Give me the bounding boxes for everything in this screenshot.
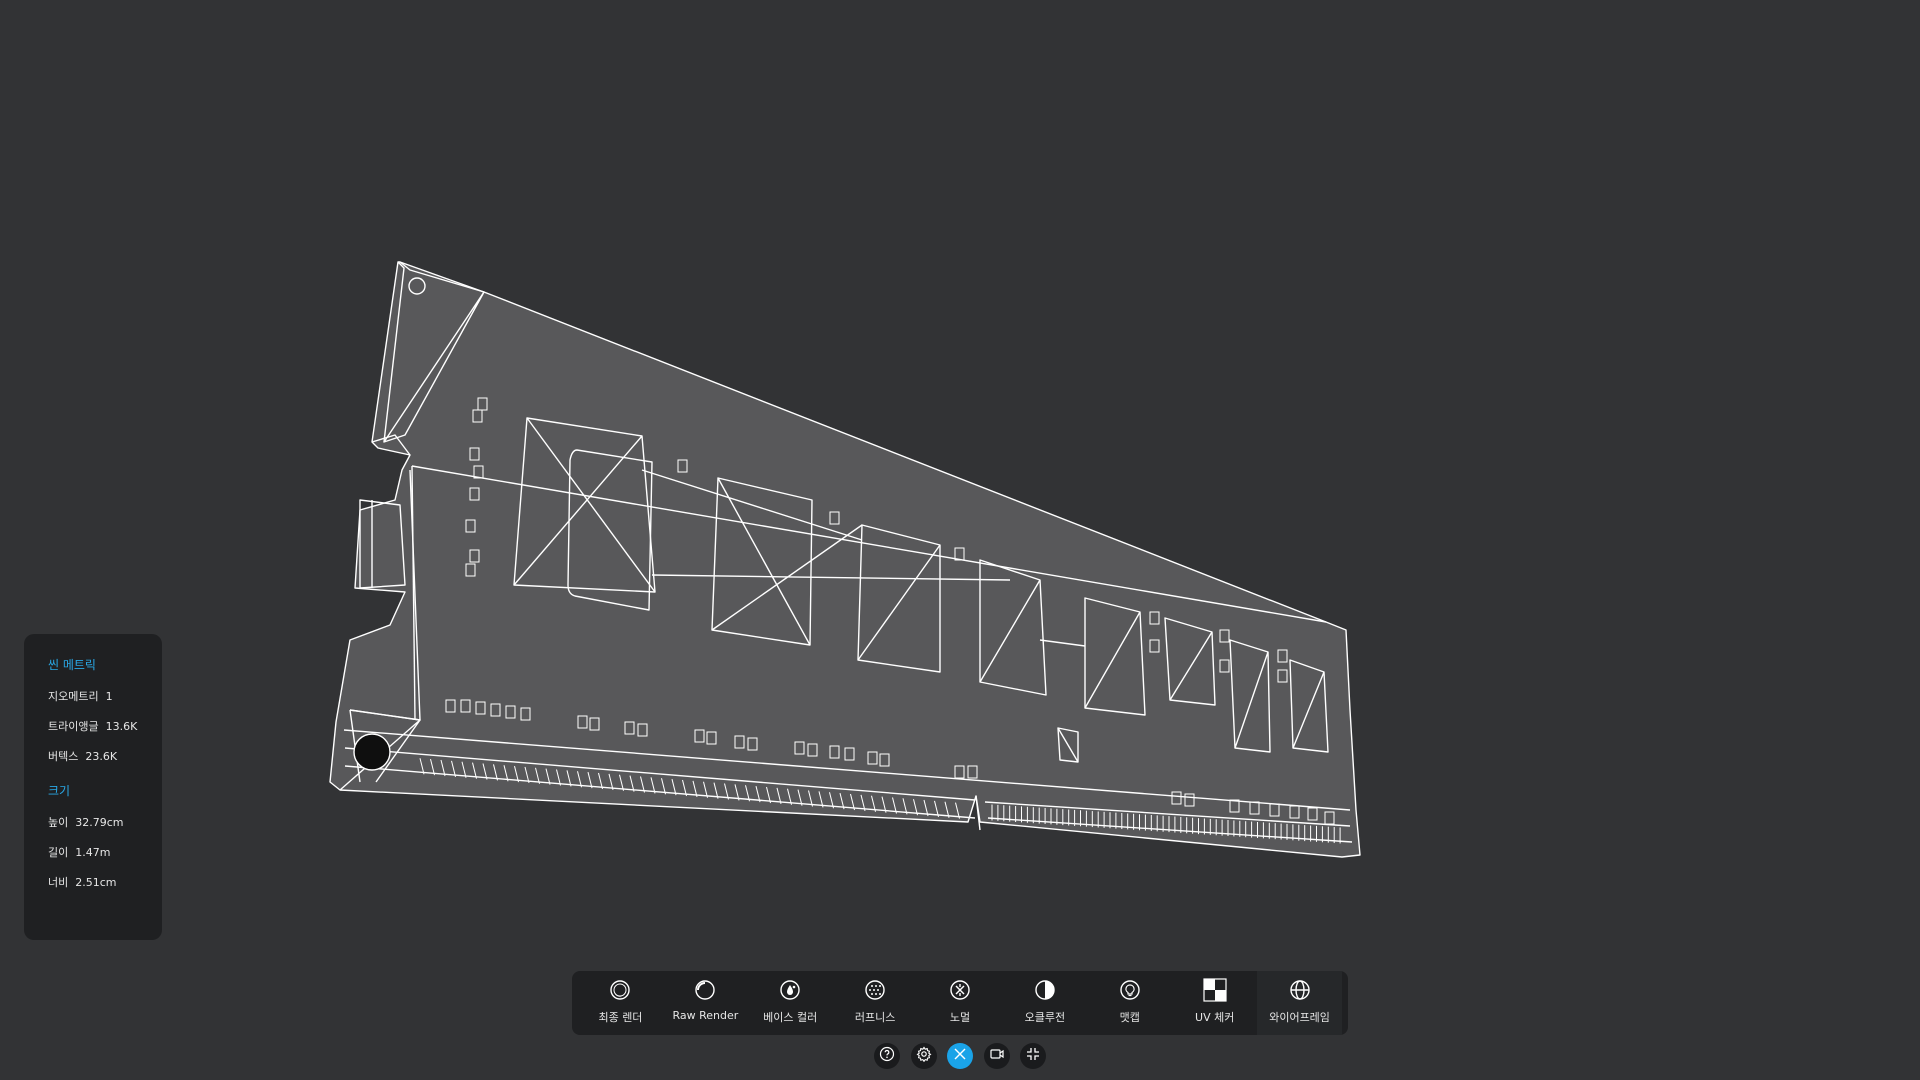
matcap-icon [1117, 977, 1143, 1003]
matcap-button[interactable]: 맷캡 [1087, 971, 1172, 1035]
tools-icon [952, 1046, 968, 1066]
scene-info-panel: 씬 메트릭 지오메트리 1 트라이앵글 13.6K 버텍스 23.6K 크기 높이 32… [24, 634, 162, 940]
normal-icon [947, 977, 973, 1003]
base-color-button[interactable]: 베이스 컬러 [748, 971, 833, 1035]
raw-render-icon [692, 977, 718, 1003]
roughness-icon [862, 977, 888, 1003]
wireframe-button[interactable]: 와이어프레임 [1257, 971, 1343, 1035]
help-button[interactable] [874, 1043, 900, 1069]
geometry-label: 지오메트리 [48, 690, 99, 703]
uv-checker-button[interactable]: UV 체커 [1172, 971, 1257, 1035]
length-stat: 길이 1.47m [48, 846, 162, 860]
final-render-button[interactable]: 최종 렌더 [578, 971, 663, 1035]
uv-checker-icon [1202, 977, 1228, 1003]
dimensions-heading: 크기 [48, 784, 71, 798]
raw-render-button[interactable]: Raw Render [663, 971, 748, 1035]
final-render-label: 최종 렌더 [598, 1011, 643, 1024]
triangles-label: 트라이앵글 [48, 720, 99, 733]
occlusion-icon [1032, 977, 1058, 1003]
base-color-icon [777, 977, 803, 1003]
exit-fullscreen-button[interactable] [1020, 1043, 1046, 1069]
roughness-button[interactable]: 러프니스 [833, 971, 918, 1035]
geometry-stat: 지오메트리 1 [48, 690, 162, 704]
triangles-value: 13.6K [105, 720, 138, 733]
occlusion-button[interactable]: 오클루전 [1002, 971, 1087, 1035]
help-icon [879, 1046, 895, 1066]
render-mode-toolbar: 최종 렌더 Raw Render 베이스 컬러 러프니스 노멀 오클루전 맷캡 … [572, 971, 1348, 1035]
height-value: 32.79cm [75, 816, 124, 829]
vertices-stat: 버텍스 23.6K [48, 750, 162, 764]
height-stat: 높이 32.79cm [48, 816, 162, 830]
width-label: 너비 [48, 876, 69, 889]
tools-button[interactable] [947, 1043, 973, 1069]
length-value: 1.47m [75, 846, 111, 859]
camera-button[interactable] [983, 1043, 1010, 1069]
triangles-stat: 트라이앵글 13.6K [48, 720, 162, 734]
scene-metrics-heading: 씬 메트릭 [48, 658, 96, 672]
normal-button[interactable]: 노멀 [918, 971, 1003, 1035]
uv-checker-label: UV 체커 [1195, 1011, 1235, 1024]
matcap-label: 맷캡 [1119, 1011, 1140, 1024]
raw-render-label: Raw Render [672, 1009, 739, 1022]
wireframe-icon [1287, 977, 1313, 1003]
base-color-label: 베이스 컬러 [763, 1011, 818, 1024]
wireframe-model [329, 261, 1361, 858]
normal-label: 노멀 [949, 1011, 971, 1024]
3d-viewport[interactable] [0, 0, 1920, 1080]
vertices-label: 버텍스 [48, 750, 79, 763]
final-render-icon [607, 977, 633, 1003]
length-label: 길이 [48, 846, 69, 859]
gear-icon [916, 1046, 932, 1066]
occlusion-label: 오클루전 [1024, 1011, 1066, 1024]
geometry-value: 1 [105, 690, 113, 703]
width-value: 2.51cm [75, 876, 117, 889]
viewer-controls [874, 1043, 1046, 1069]
roughness-label: 러프니스 [854, 1011, 896, 1024]
settings-button[interactable] [910, 1043, 937, 1069]
exit-fullscreen-icon [1025, 1046, 1041, 1066]
width-stat: 너비 2.51cm [48, 876, 162, 890]
height-label: 높이 [48, 816, 69, 829]
vertices-value: 23.6K [85, 750, 118, 763]
wireframe-label: 와이어프레임 [1269, 1011, 1330, 1024]
video-camera-icon [989, 1046, 1005, 1066]
